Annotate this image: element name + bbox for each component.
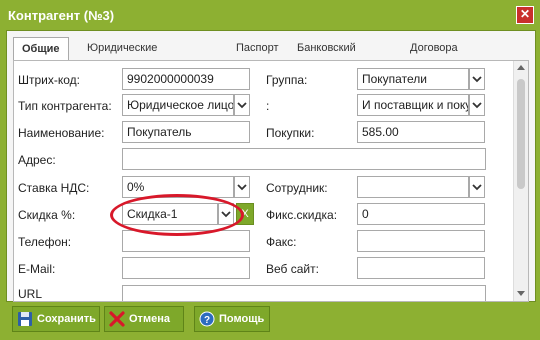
window-title: Контрагент (№3) [8,8,115,23]
role-label: : [266,99,270,113]
clear-discount-button[interactable]: X [236,203,254,225]
role-dropdown-icon[interactable] [469,94,485,116]
url-label: URL [18,287,43,301]
help-button[interactable]: ? Помощь [194,306,270,332]
tab-general[interactable]: Общие [13,37,69,61]
save-button[interactable]: Сохранить [12,306,100,332]
cancel-x-icon [109,311,125,327]
group-dropdown-icon[interactable] [469,68,485,90]
title-bar[interactable]: Контрагент (№3) ✕ [0,0,540,30]
purchases-label: Покупки: [266,126,315,140]
dialog-panel: Общие Юридические реквизиты Паспорт Банк… [6,30,536,302]
phone-label: Телефон: [18,235,72,249]
svg-text:?: ? [204,315,210,326]
email-input[interactable] [122,257,250,279]
floppy-disk-icon [18,312,32,326]
website-input[interactable] [357,257,485,279]
website-label: Веб сайт: [266,262,319,276]
vat-dropdown-icon[interactable] [234,176,250,198]
discount-select[interactable]: Скидка-1 [122,203,218,225]
employee-dropdown-icon[interactable] [469,176,485,198]
cancel-button-label: Отмена [129,313,170,325]
url-input[interactable] [122,285,486,301]
cancel-button[interactable]: Отмена [104,306,184,332]
fax-label: Факс: [266,235,297,249]
fax-input[interactable] [357,230,485,252]
vat-select[interactable]: 0% [122,176,234,198]
help-icon: ? [199,311,215,327]
vat-label: Ставка НДС: [18,181,90,195]
group-select[interactable]: Покупатели [357,68,469,90]
group-label: Группа: [266,73,308,87]
button-bar: Сохранить Отмена ? Помощь [0,304,540,338]
address-input[interactable] [122,148,486,170]
tab-legal-details[interactable]: Юридические реквизиты [79,37,165,76]
contractor-type-label: Тип контрагента: [18,99,112,113]
fixed-discount-input[interactable]: 0 [357,203,485,225]
close-icon[interactable]: ✕ [516,6,534,24]
email-label: E-Mail: [18,262,56,276]
barcode-label: Штрих-код: [18,73,80,87]
discount-label: Скидка %: [18,208,76,222]
tab-passport[interactable]: Паспорт [228,37,287,59]
scroll-down-icon[interactable] [517,291,525,296]
scroll-thumb[interactable] [517,79,525,189]
address-label: Адрес: [18,153,56,167]
contractor-dialog: Контрагент (№3) ✕ Общие Юридические рекв… [0,0,540,340]
discount-dropdown-icon[interactable] [218,203,234,225]
role-select[interactable]: И поставщик и покупатель [357,94,469,116]
contractor-type-select[interactable]: Юридическое лицо [122,94,234,116]
employee-select[interactable] [357,176,469,198]
barcode-input[interactable]: 9902000000039 [122,68,250,90]
help-button-label: Помощь [219,313,265,325]
tab-contracts[interactable]: Договора [402,37,466,59]
contractor-type-dropdown-icon[interactable] [234,94,250,116]
employee-label: Сотрудник: [266,181,328,195]
vertical-scrollbar[interactable] [513,61,528,301]
general-form: Штрих-код: 9902000000039 Группа: Покупат… [13,60,529,302]
phone-input[interactable] [122,230,250,252]
name-input[interactable]: Покупатель [122,121,250,143]
save-button-label: Сохранить [37,313,96,325]
fixed-discount-label: Фикс.скидка: [266,208,338,222]
purchases-input[interactable]: 585.00 [357,121,485,143]
tab-bank-account[interactable]: Банковский счет [289,37,364,76]
scroll-up-icon[interactable] [517,65,525,70]
name-label: Наименование: [18,126,105,140]
